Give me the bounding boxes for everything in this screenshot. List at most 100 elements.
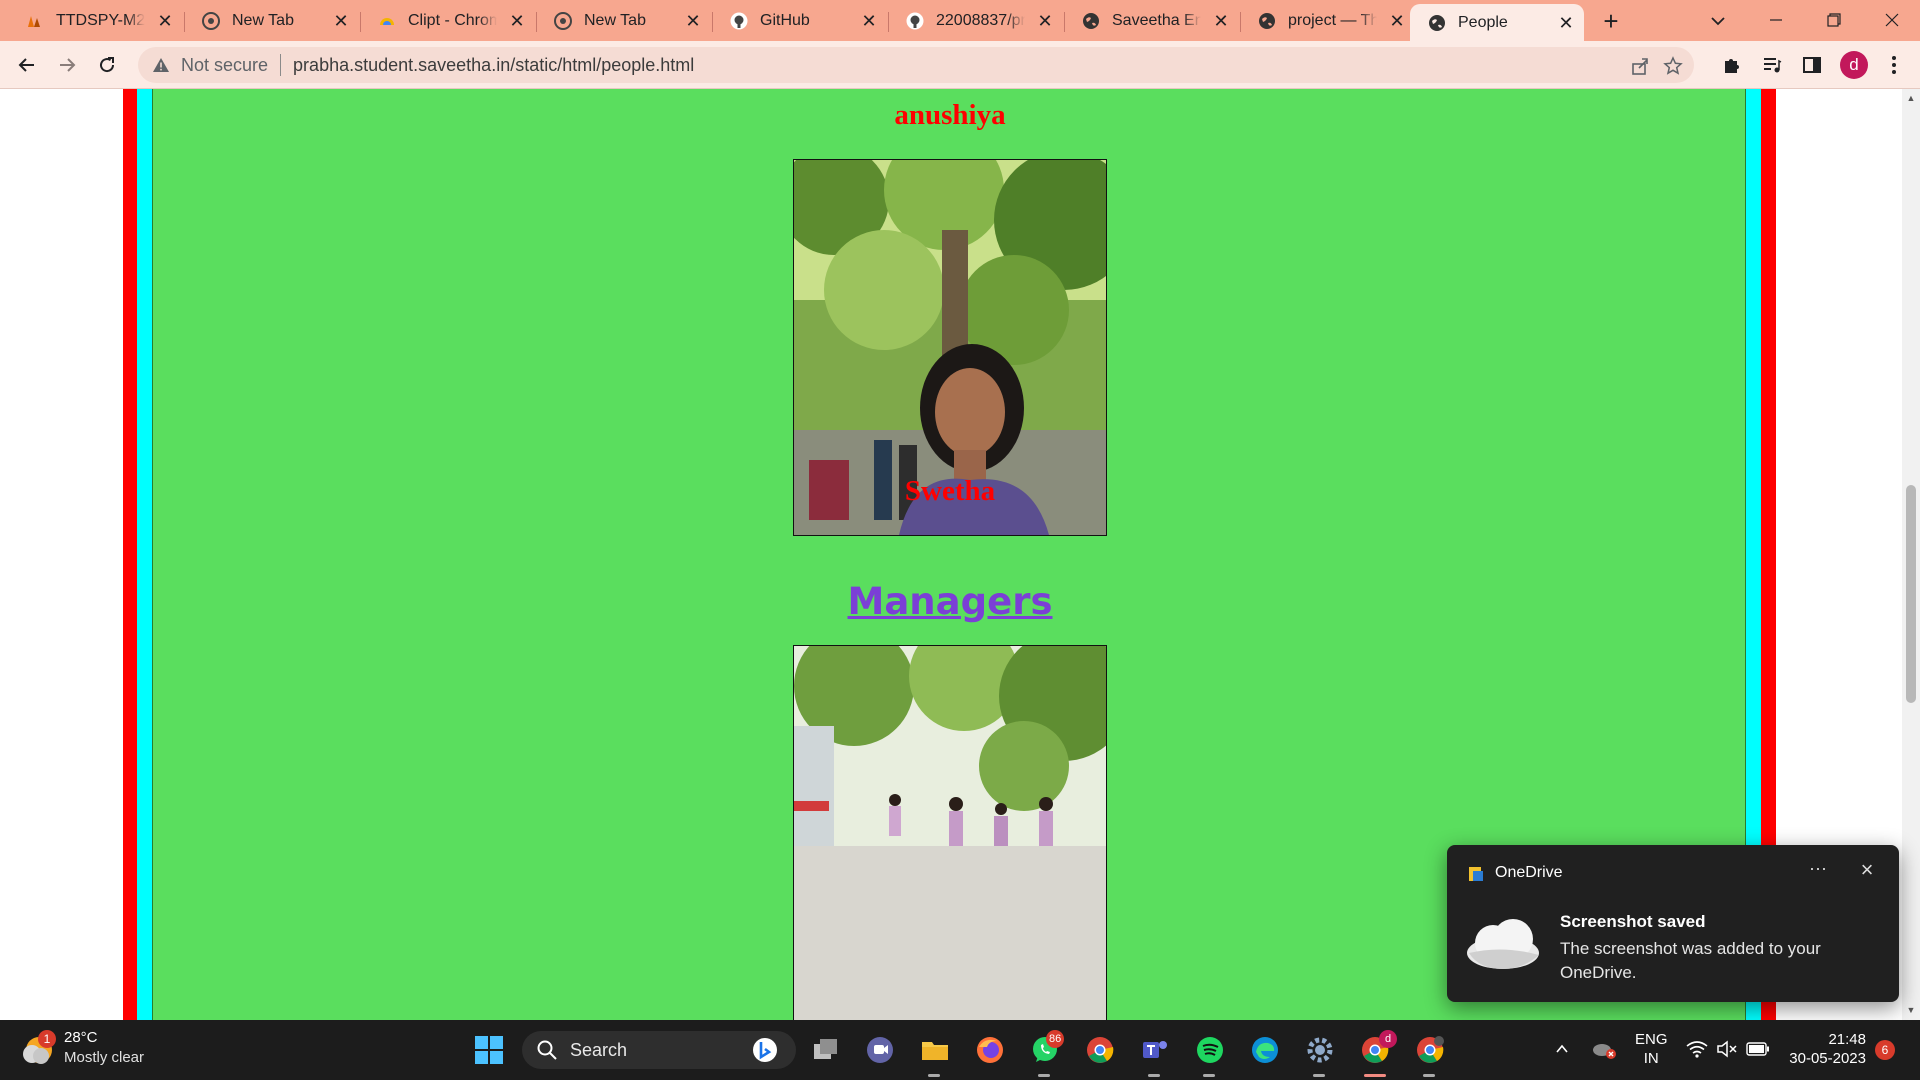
chrome-icon [554, 11, 572, 30]
teams-chat-icon[interactable] [863, 1033, 897, 1067]
profile-avatar[interactable]: d [1840, 51, 1868, 79]
close-icon[interactable]: ✕ [1558, 14, 1574, 32]
scroll-up-arrow[interactable]: ▲ [1906, 93, 1916, 103]
close-icon[interactable]: ✕ [1213, 12, 1229, 30]
search-icon [537, 1040, 557, 1060]
show-hidden-icons-button[interactable] [1550, 1036, 1574, 1062]
divider [280, 54, 282, 76]
close-icon[interactable]: ✕ [333, 12, 349, 30]
close-icon[interactable]: ✕ [1037, 12, 1053, 30]
weather-temperature[interactable]: 28°C [64, 1029, 98, 1046]
edge-icon[interactable] [1248, 1033, 1282, 1067]
tab-title: Saveetha Engi [1112, 11, 1201, 29]
running-indicator [928, 1074, 940, 1077]
reload-button[interactable] [92, 50, 122, 80]
close-icon[interactable]: ✕ [861, 12, 877, 30]
toast-message: The screenshot was added to your OneDriv… [1560, 939, 1821, 982]
side-panel-button[interactable] [1797, 50, 1827, 80]
notification-count-badge[interactable]: 6 [1875, 1040, 1895, 1060]
restore-button[interactable] [1814, 6, 1854, 34]
scroll-down-arrow[interactable]: ▼ [1906, 1005, 1916, 1015]
close-window-button[interactable] [1872, 6, 1912, 34]
back-button[interactable] [12, 50, 42, 80]
clock[interactable]: 21:48 30-05-2023 [1782, 1030, 1866, 1068]
github-icon [906, 12, 924, 30]
volume-muted-icon[interactable] [1714, 1036, 1740, 1062]
back-arrow-icon [18, 58, 34, 72]
security-status[interactable]: Not secure [181, 55, 268, 76]
new-tab-button[interactable]: + [1597, 8, 1625, 36]
teams-icon[interactable] [1138, 1033, 1172, 1067]
language-line: ENG [1635, 1031, 1668, 1048]
tab-project[interactable]: project — The ✕ [1240, 0, 1415, 41]
onedrive-notification[interactable]: OneDrive ··· × Screenshot saved The scre… [1447, 845, 1899, 1002]
toast-app-name: OneDrive [1495, 864, 1563, 881]
restore-icon [1827, 13, 1841, 27]
globe-icon [1428, 14, 1446, 32]
settings-icon[interactable] [1303, 1033, 1337, 1067]
github-icon [730, 12, 748, 30]
mooc-icon [26, 12, 44, 30]
url-text[interactable]: prabha.student.saveetha.in/static/html/p… [293, 55, 694, 76]
tab-new-tab-2[interactable]: New Tab ✕ [536, 0, 711, 41]
close-icon[interactable]: × [1854, 859, 1880, 883]
close-icon[interactable]: ✕ [157, 12, 173, 30]
close-icon[interactable]: ✕ [685, 12, 701, 30]
chrome-icon[interactable] [1083, 1033, 1117, 1067]
left-cyan-border [137, 89, 152, 1020]
tab-search-button[interactable] [1706, 9, 1730, 33]
globe-icon [1258, 12, 1276, 30]
tab-title: New Tab [232, 11, 294, 29]
language-indicator[interactable]: ENG IN [1635, 1030, 1668, 1068]
person-name: Swetha [904, 475, 996, 507]
task-view-icon[interactable] [809, 1033, 843, 1067]
tab-github-repo[interactable]: 22008837/pro ✕ [888, 0, 1063, 41]
close-icon[interactable]: ✕ [1389, 12, 1405, 30]
close-icon [1885, 13, 1899, 27]
managers-link[interactable]: Managers [153, 580, 1747, 623]
weather-alert-badge: 1 [38, 1030, 56, 1048]
page-scrollbar[interactable]: ▲ ▼ [1902, 89, 1920, 1020]
side-panel-icon [1803, 57, 1821, 73]
media-controls-button[interactable] [1757, 50, 1787, 80]
tab-people[interactable]: People ✕ [1410, 4, 1584, 41]
chrome-profile-badge: d [1379, 1030, 1397, 1048]
tab-title: 22008837/pro [936, 11, 1025, 29]
tab-strip: TTDSPY-M2: M ✕ New Tab ✕ Clipt - Chrome … [0, 0, 1920, 41]
tab-saveetha[interactable]: Saveetha Engi ✕ [1064, 0, 1239, 41]
spotify-icon[interactable] [1193, 1033, 1227, 1067]
bing-icon[interactable] [752, 1037, 778, 1063]
address-bar[interactable]: Not secure prabha.student.saveetha.in/st… [138, 47, 1694, 83]
running-indicator [1423, 1074, 1435, 1077]
reload-icon [100, 57, 115, 73]
extensions-button[interactable] [1717, 50, 1747, 80]
chrome-icon [202, 11, 220, 30]
tab-title: Clipt - Chrome [408, 11, 497, 29]
tab-ttdspy[interactable]: TTDSPY-M2: M ✕ [8, 0, 183, 41]
tab-clipt[interactable]: Clipt - Chrome ✕ [360, 0, 535, 41]
tab-new-tab[interactable]: New Tab ✕ [184, 0, 359, 41]
minimize-button[interactable] [1756, 6, 1796, 34]
weather-description[interactable]: Mostly clear [64, 1049, 144, 1066]
bookmark-star-icon[interactable] [1662, 55, 1684, 77]
chrome-alt-icon[interactable] [1413, 1033, 1447, 1067]
file-explorer-icon[interactable] [918, 1033, 952, 1067]
minimize-icon [1770, 19, 1782, 21]
close-icon[interactable]: ✕ [509, 12, 525, 30]
share-icon[interactable] [1629, 55, 1651, 77]
tab-github[interactable]: GitHub ✕ [712, 0, 887, 41]
chevron-up-icon [1556, 1044, 1568, 1053]
firefox-icon[interactable] [973, 1033, 1007, 1067]
warning-icon[interactable] [151, 55, 171, 75]
forward-arrow-icon [60, 58, 76, 72]
start-button[interactable] [472, 1033, 506, 1067]
scroll-thumb[interactable] [1906, 485, 1916, 703]
playlist-icon [1764, 58, 1782, 73]
person-name: anushiya [894, 99, 1006, 131]
onedrive-tray-icon[interactable] [1590, 1036, 1618, 1062]
battery-icon[interactable] [1744, 1036, 1772, 1062]
browser-menu-button[interactable] [1879, 50, 1909, 80]
more-options-icon[interactable]: ··· [1804, 859, 1832, 883]
forward-button[interactable] [52, 50, 82, 80]
wifi-icon[interactable] [1684, 1036, 1710, 1062]
